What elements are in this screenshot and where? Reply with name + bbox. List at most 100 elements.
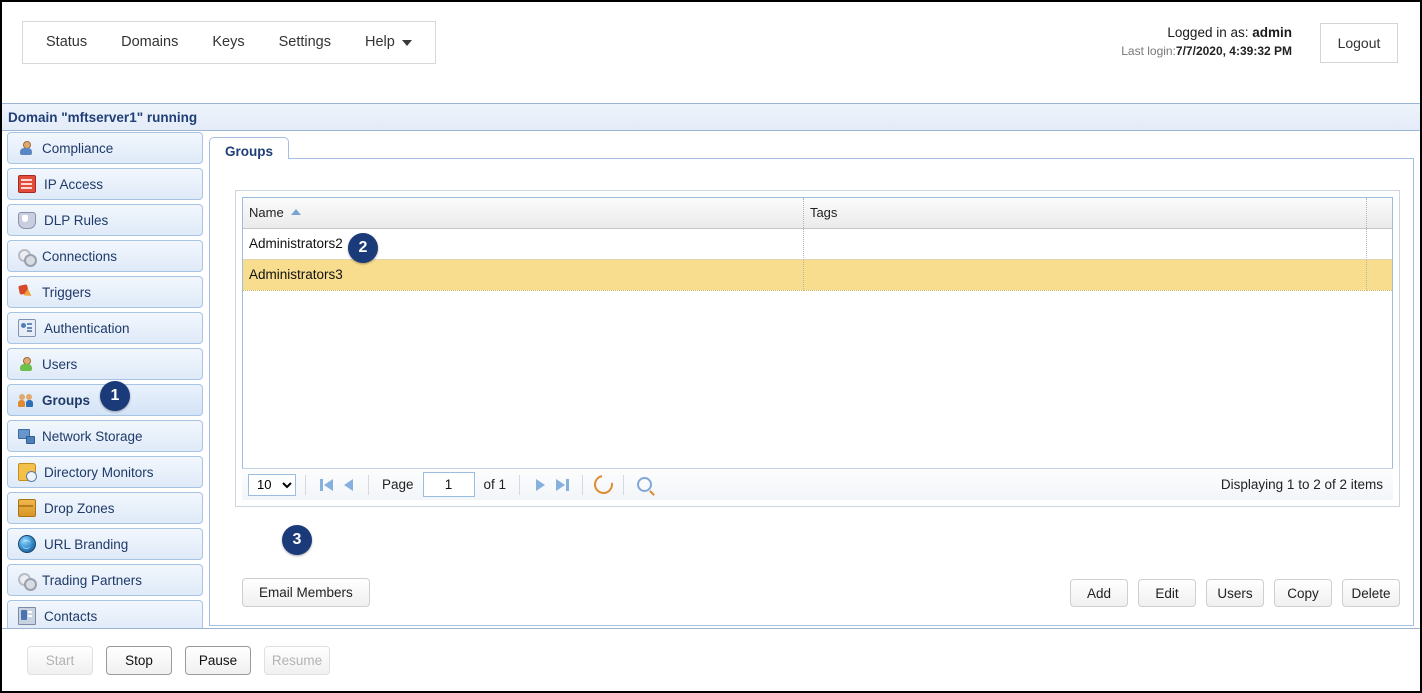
domain-status-bar: Domain "mftserver1" running <box>2 103 1420 131</box>
users-button[interactable]: Users <box>1206 579 1264 607</box>
globe-icon <box>18 535 36 553</box>
sort-ascending-icon <box>290 209 301 216</box>
cell-extra <box>1366 258 1392 291</box>
email-members-button[interactable]: Email Members <box>242 578 370 607</box>
last-login-prefix: Last login: <box>1121 43 1176 58</box>
main-menu: Status Domains Keys Settings Help <box>22 21 436 64</box>
sidebar-item-directory-monitors[interactable]: Directory Monitors <box>7 456 203 488</box>
stop-button[interactable]: Stop <box>106 645 172 675</box>
sidebar-item-label: DLP Rules <box>44 212 109 228</box>
cell-tags <box>803 258 1368 291</box>
chevron-down-icon <box>401 39 412 46</box>
divider <box>305 474 306 495</box>
last-login: Last login:7/7/2020, 4:39:32 PM <box>1121 44 1292 59</box>
network-storage-icon <box>18 428 35 444</box>
pagination-toolbar: 10 25 50 100 Page of 1 <box>242 468 1393 500</box>
table-row[interactable]: Administrators3 <box>243 258 1392 291</box>
sidebar-item-drop-zones[interactable]: Drop Zones <box>7 492 203 524</box>
groups-panel: Name Tags Administrators2 Administrators… <box>209 159 1414 626</box>
sidebar-item-label: Network Storage <box>42 428 143 444</box>
sidebar-item-label: Trading Partners <box>42 572 143 588</box>
refresh-icon[interactable] <box>589 471 617 498</box>
sidebar-item-label: Drop Zones <box>44 500 115 516</box>
sidebar-item-label: Triggers <box>42 284 92 300</box>
search-icon[interactable] <box>633 474 655 496</box>
column-header-name-label: Name <box>249 205 284 221</box>
sidebar-item-ip-access[interactable]: IP Access <box>7 168 203 200</box>
menu-item-status[interactable]: Status <box>29 22 104 63</box>
gears-icon <box>18 248 37 267</box>
ip-access-icon <box>18 175 36 193</box>
contacts-icon <box>18 607 36 625</box>
cell-tags <box>803 228 1368 260</box>
tab-strip: Groups <box>209 132 1414 164</box>
callout-badge-1: 1 <box>100 381 130 411</box>
sidebar-item-label: Users <box>42 356 78 372</box>
copy-button[interactable]: Copy <box>1274 579 1332 607</box>
column-header-tags[interactable]: Tags <box>803 198 1368 229</box>
logout-button[interactable]: Logout <box>1320 23 1398 63</box>
page-of-label: of 1 <box>483 477 507 492</box>
user-icon <box>18 356 34 372</box>
table-header-row: Name Tags <box>243 198 1392 229</box>
sidebar-item-label: Connections <box>42 248 118 264</box>
table-row[interactable]: Administrators2 <box>243 228 1392 260</box>
last-page-icon[interactable] <box>551 474 573 496</box>
footer-toolbar: Start Stop Pause Resume <box>2 628 1420 691</box>
last-login-value: 7/7/2020, 4:39:32 PM <box>1175 43 1292 58</box>
column-header-tags-label: Tags <box>809 205 838 221</box>
person-icon <box>18 140 34 156</box>
column-header-extra[interactable] <box>1366 198 1392 229</box>
menu-item-settings[interactable]: Settings <box>262 22 348 63</box>
id-card-icon <box>18 319 36 337</box>
sidebar-item-label: Compliance <box>42 140 114 156</box>
logged-in-prefix: Logged in as: <box>1167 25 1253 40</box>
add-button[interactable]: Add <box>1070 579 1128 607</box>
sidebar-item-label: Groups <box>42 392 91 408</box>
sidebar-item-label: URL Branding <box>44 536 129 552</box>
menu-item-domains[interactable]: Domains <box>104 22 195 63</box>
domain-status-text: Domain "mftserver1" running <box>8 109 198 125</box>
next-page-icon[interactable] <box>529 474 551 496</box>
delete-button[interactable]: Delete <box>1342 579 1400 607</box>
divider <box>368 474 369 495</box>
page-number-input[interactable] <box>422 472 475 497</box>
email-members-wrap: Email Members <box>242 578 370 607</box>
menu-item-help[interactable]: Help <box>348 22 429 63</box>
directory-monitor-icon <box>18 463 37 482</box>
cell-name: Administrators2 <box>243 228 804 260</box>
grid-action-buttons: Add Edit Users Copy Delete <box>1070 579 1400 607</box>
menu-item-keys[interactable]: Keys <box>195 22 261 63</box>
column-header-name[interactable]: Name <box>243 198 804 229</box>
sidebar-item-authentication[interactable]: Authentication <box>7 312 203 344</box>
divider <box>623 474 625 495</box>
sidebar-item-url-branding[interactable]: URL Branding <box>7 528 203 560</box>
sidebar-item-triggers[interactable]: Triggers <box>7 276 203 308</box>
edit-button[interactable]: Edit <box>1138 579 1196 607</box>
resume-button[interactable]: Resume <box>264 645 330 675</box>
pause-button[interactable]: Pause <box>185 645 251 675</box>
grid-container: Name Tags Administrators2 Administrators… <box>235 190 1400 507</box>
page-size-select[interactable]: 10 25 50 100 <box>248 473 296 496</box>
sidebar-item-compliance[interactable]: Compliance <box>7 132 203 164</box>
first-page-icon[interactable] <box>315 474 337 496</box>
sidebar-item-network-storage[interactable]: Network Storage <box>7 420 203 452</box>
sidebar-item-dlp-rules[interactable]: DLP Rules <box>7 204 203 236</box>
prev-page-icon[interactable] <box>337 474 359 496</box>
package-icon <box>18 499 36 517</box>
top-bar: Status Domains Keys Settings Help Logged… <box>2 2 1420 98</box>
sidebar-item-label: IP Access <box>44 176 104 192</box>
menu-item-help-label: Help <box>364 34 395 50</box>
content-area: Groups Name Tags Administrators2 Adminis… <box>209 132 1414 626</box>
callout-badge-3: 3 <box>282 525 312 555</box>
start-button[interactable]: Start <box>27 645 93 675</box>
group-icon <box>18 392 34 408</box>
application-window: Status Domains Keys Settings Help Logged… <box>0 0 1422 693</box>
sidebar-item-connections[interactable]: Connections <box>7 240 203 272</box>
sidebar-item-trading-partners[interactable]: Trading Partners <box>7 564 203 596</box>
sidebar-item-users[interactable]: Users <box>7 348 203 380</box>
grid-inner: Name Tags Administrators2 Administrators… <box>242 197 1393 500</box>
sidebar-item-label: Contacts <box>44 608 98 624</box>
shield-icon <box>18 211 36 229</box>
page-label: Page <box>382 477 414 492</box>
